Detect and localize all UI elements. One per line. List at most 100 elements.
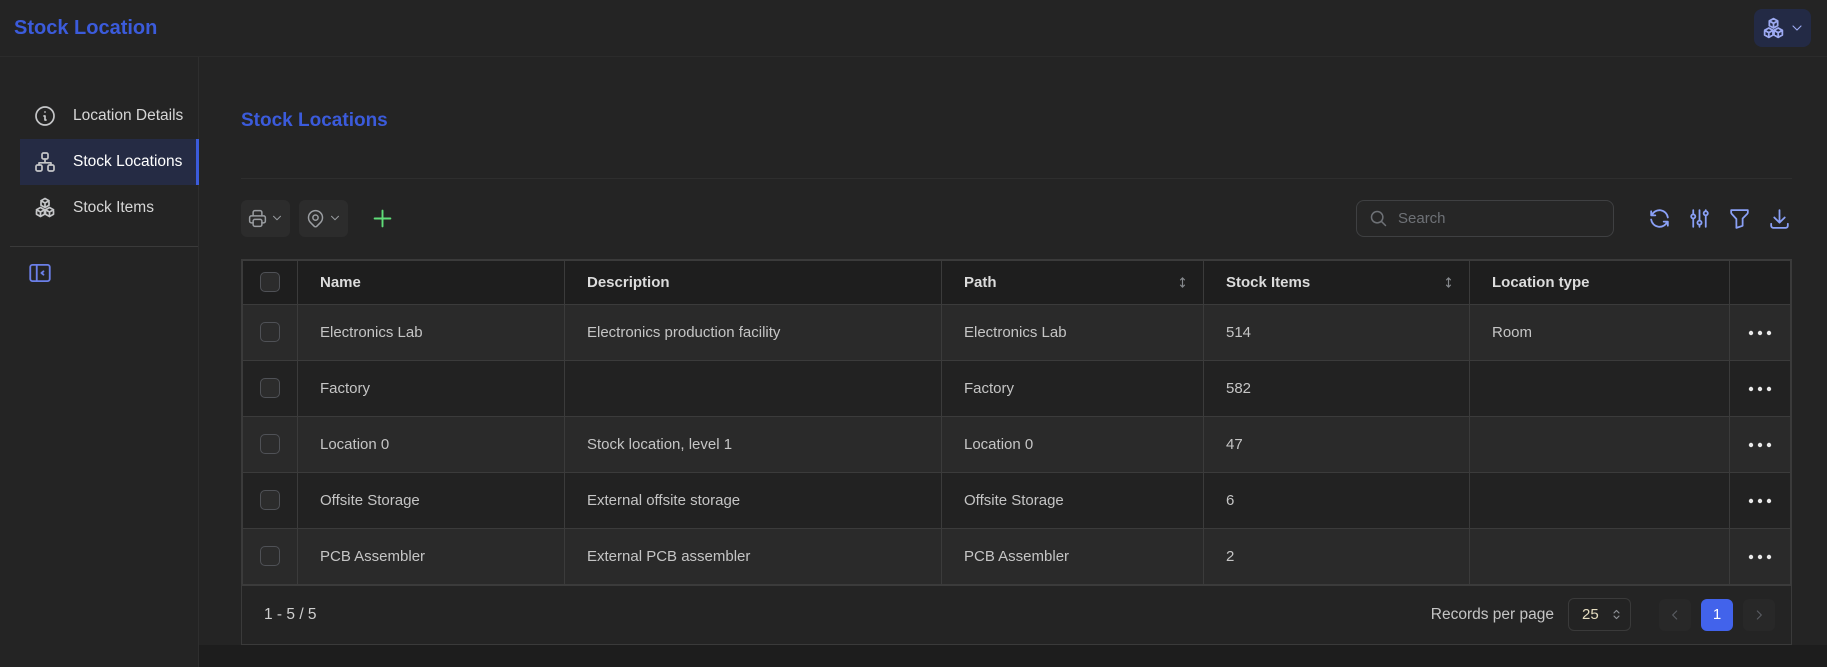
table-row[interactable]: PCB Assembler External PCB assembler PCB… <box>243 528 1791 584</box>
sidebar-item-location-details[interactable]: Location Details <box>20 93 198 139</box>
page-title: Stock Location <box>14 17 157 40</box>
cell-name: Offsite Storage <box>298 472 565 528</box>
table-toolbar <box>241 200 1792 237</box>
column-header-description: Description <box>565 260 942 304</box>
search-input[interactable] <box>1398 210 1602 227</box>
cell-description <box>565 360 942 416</box>
column-header-location-type: Location type <box>1470 260 1730 304</box>
chevron-down-icon <box>328 211 342 225</box>
ellipsis-dots-icon <box>1747 497 1773 505</box>
cell-location-type <box>1470 360 1730 416</box>
cell-path: Location 0 <box>942 416 1204 472</box>
sidebar: Location Details Stock Locations <box>0 57 199 667</box>
ellipsis-dots-icon <box>1747 553 1773 561</box>
cell-stock-items: 2 <box>1204 528 1470 584</box>
table-row[interactable]: Offsite Storage External offsite storage… <box>243 472 1791 528</box>
row-checkbox[interactable] <box>260 378 280 398</box>
cell-path: PCB Assembler <box>942 528 1204 584</box>
cell-path: Factory <box>942 360 1204 416</box>
search-icon <box>1368 208 1389 229</box>
previous-page-button[interactable] <box>1659 599 1691 631</box>
download-button[interactable] <box>1767 206 1792 231</box>
ellipsis-dots-icon <box>1747 385 1773 393</box>
stock-location-page: Stock Location L <box>0 0 1827 667</box>
filter-button[interactable] <box>1727 206 1752 231</box>
sidebar-divider <box>10 246 198 247</box>
filter-icon <box>1727 206 1752 231</box>
chevron-right-icon <box>1751 607 1767 623</box>
row-actions-button[interactable] <box>1747 385 1773 393</box>
column-header-name: Name <box>298 260 565 304</box>
panel-divider <box>241 178 1792 179</box>
cell-name: Factory <box>298 360 565 416</box>
cell-description: Electronics production facility <box>565 304 942 360</box>
chevron-down-icon <box>1789 20 1805 36</box>
table-header-row: Name Description Path <box>243 260 1791 304</box>
records-per-page-label: Records per page <box>1431 606 1554 624</box>
table-settings-button[interactable] <box>1687 206 1712 231</box>
select-all-cell <box>243 260 298 304</box>
add-stock-location-button[interactable] <box>369 205 396 232</box>
sidebar-item-stock-locations[interactable]: Stock Locations <box>20 139 198 185</box>
row-checkbox[interactable] <box>260 490 280 510</box>
row-actions-button[interactable] <box>1747 497 1773 505</box>
row-checkbox[interactable] <box>260 546 280 566</box>
adjustments-icon <box>1687 206 1712 231</box>
panel-heading: Stock Locations <box>241 108 1792 134</box>
print-actions-button[interactable] <box>241 200 290 237</box>
record-range: 1 - 5 / 5 <box>264 606 317 624</box>
printer-icon <box>247 208 268 229</box>
column-header-stock-items[interactable]: Stock Items <box>1204 260 1470 304</box>
app-nav-button[interactable] <box>1754 9 1811 47</box>
row-checkbox[interactable] <box>260 434 280 454</box>
content-shell: Location Details Stock Locations <box>0 57 1827 667</box>
refresh-button[interactable] <box>1647 206 1672 231</box>
cell-stock-items: 6 <box>1204 472 1470 528</box>
cell-path: Offsite Storage <box>942 472 1204 528</box>
cell-stock-items: 47 <box>1204 416 1470 472</box>
cell-name: Location 0 <box>298 416 565 472</box>
table-row[interactable]: Electronics Lab Electronics production f… <box>243 304 1791 360</box>
select-all-checkbox[interactable] <box>260 272 280 292</box>
map-pin-icon <box>305 208 326 229</box>
ellipsis-dots-icon <box>1747 441 1773 449</box>
cell-location-type <box>1470 472 1730 528</box>
cell-stock-items: 514 <box>1204 304 1470 360</box>
plus-icon <box>369 205 396 232</box>
cell-path: Electronics Lab <box>942 304 1204 360</box>
download-icon <box>1767 206 1792 231</box>
cell-location-type: Room <box>1470 304 1730 360</box>
cell-name: PCB Assembler <box>298 528 565 584</box>
refresh-icon <box>1647 206 1672 231</box>
column-header-path[interactable]: Path <box>942 260 1204 304</box>
page-size-value: 25 <box>1582 606 1599 623</box>
page-bottom-shade <box>199 645 1827 667</box>
page-size-select[interactable]: 25 <box>1568 598 1631 631</box>
chevron-down-icon <box>270 211 284 225</box>
row-actions-button[interactable] <box>1747 441 1773 449</box>
collapse-sidebar-button[interactable] <box>27 260 53 286</box>
sidebar-item-label: Location Details <box>73 107 183 125</box>
chevron-left-icon <box>1667 607 1683 623</box>
cell-name: Electronics Lab <box>298 304 565 360</box>
table-row[interactable]: Factory Factory 582 <box>243 360 1791 416</box>
row-actions-button[interactable] <box>1747 329 1773 337</box>
ellipsis-dots-icon <box>1747 329 1773 337</box>
page-1-button[interactable]: 1 <box>1701 599 1733 631</box>
cell-description: Stock location, level 1 <box>565 416 942 472</box>
row-actions-button[interactable] <box>1747 553 1773 561</box>
cell-description: External PCB assembler <box>565 528 942 584</box>
main-panel: Stock Locations <box>199 57 1827 667</box>
row-checkbox[interactable] <box>260 322 280 342</box>
info-circle-icon <box>33 104 57 128</box>
location-actions-button[interactable] <box>299 200 348 237</box>
sort-icon <box>1174 274 1191 291</box>
cell-description: External offsite storage <box>565 472 942 528</box>
table-row[interactable]: Location 0 Stock location, level 1 Locat… <box>243 416 1791 472</box>
sitemap-icon <box>33 150 57 174</box>
sidebar-item-label: Stock Items <box>73 199 154 217</box>
next-page-button[interactable] <box>1743 599 1775 631</box>
sidebar-item-stock-items[interactable]: Stock Items <box>20 185 198 231</box>
chevron-up-down-icon <box>1609 607 1624 622</box>
sort-icon <box>1440 274 1457 291</box>
